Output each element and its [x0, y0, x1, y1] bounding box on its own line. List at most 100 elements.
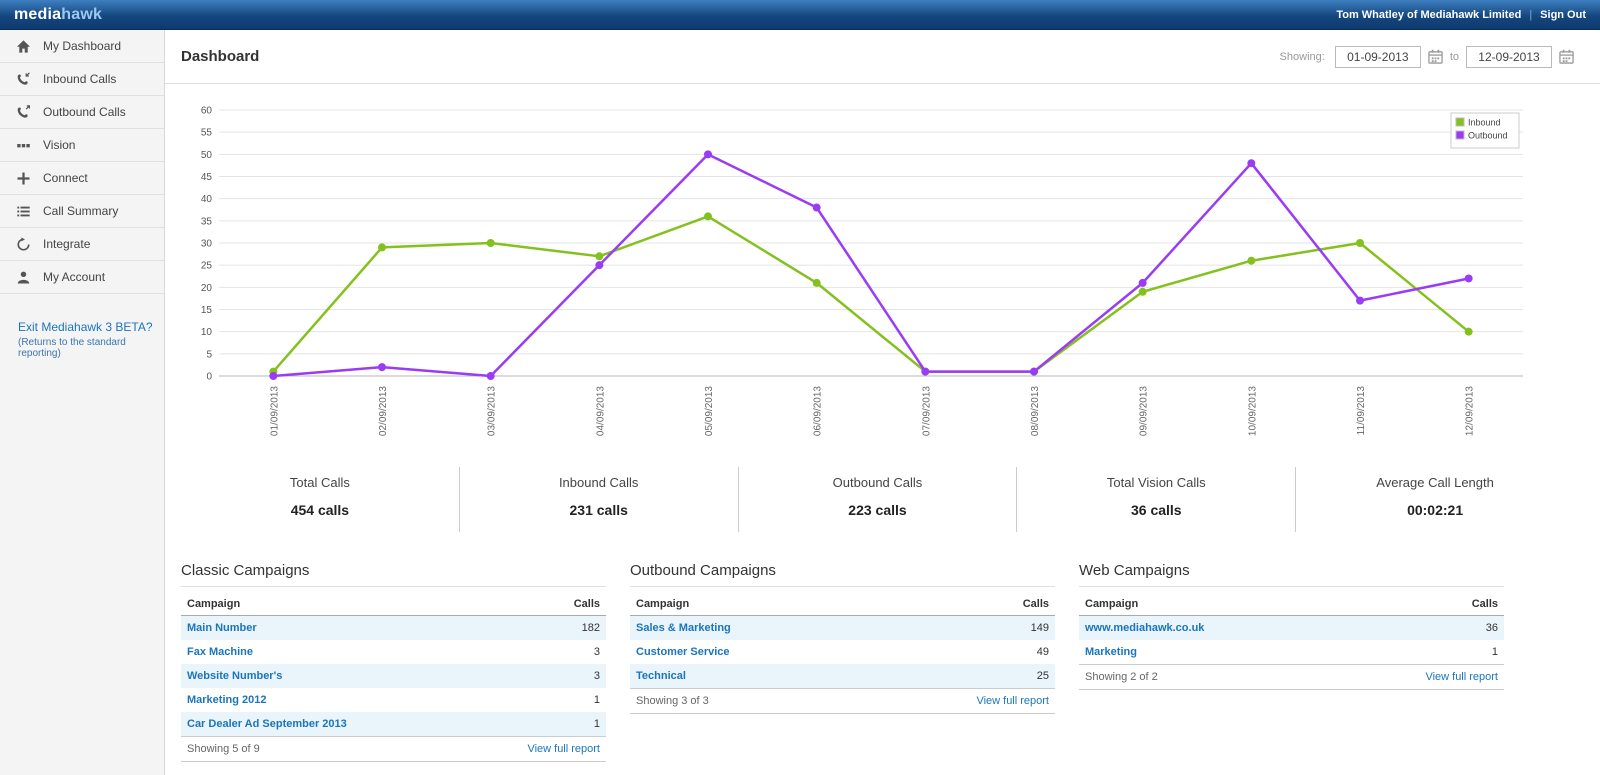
campaign-calls: 49 — [1036, 646, 1049, 658]
svg-text:08/09/2013: 08/09/2013 — [1030, 386, 1041, 436]
stat-cell: Total Vision Calls 36 calls — [1017, 467, 1297, 532]
topbar-separator: | — [1529, 8, 1533, 21]
stat-cell: Outbound Calls 223 calls — [739, 467, 1018, 532]
sidebar-item-refresh[interactable]: Integrate — [0, 228, 164, 261]
sidebar-item-label: Connect — [43, 171, 88, 185]
table-row: Fax Machine 3 — [181, 640, 606, 664]
calendar-icon[interactable] — [1428, 49, 1443, 64]
campaign-link[interactable]: Marketing — [1085, 646, 1137, 658]
page-title: Dashboard — [181, 48, 260, 65]
col-calls: Calls — [1022, 598, 1049, 610]
campaign-link[interactable]: Sales & Marketing — [636, 622, 731, 634]
campaign-calls: 25 — [1036, 670, 1049, 682]
campaign-link[interactable]: Website Number's — [187, 670, 282, 682]
table-row: Website Number's 3 — [181, 664, 606, 688]
sidebar-item-list[interactable]: Call Summary — [0, 195, 164, 228]
sidebar-item-label: My Dashboard — [43, 39, 122, 53]
stat-cell: Total Calls 454 calls — [181, 467, 460, 532]
svg-text:Outbound: Outbound — [1468, 131, 1508, 141]
sidebar-item-phone-outbound[interactable]: Outbound Calls — [0, 96, 164, 129]
svg-text:11/09/2013: 11/09/2013 — [1356, 386, 1367, 436]
exit-beta-block: Exit Mediahawk 3 BETA? (Returns to the s… — [0, 320, 164, 359]
date-to-input[interactable] — [1466, 45, 1552, 68]
svg-text:0: 0 — [206, 372, 212, 383]
table-row: Sales & Marketing 149 — [630, 616, 1055, 640]
svg-text:25: 25 — [201, 261, 213, 272]
campaign-link[interactable]: www.mediahawk.co.uk — [1085, 622, 1204, 634]
campaign-tables: Classic Campaigns Campaign Calls Main Numbe… — [181, 562, 1574, 762]
svg-text:40: 40 — [201, 194, 213, 205]
svg-text:12/09/2013: 12/09/2013 — [1465, 386, 1476, 436]
col-campaign: Campaign — [1085, 598, 1139, 610]
calendar-icon[interactable] — [1559, 49, 1574, 64]
to-label: to — [1449, 50, 1459, 63]
topbar: mediahawk Tom Whatley of Mediahawk Limit… — [0, 0, 1600, 30]
stat-value: 454 calls — [290, 502, 350, 518]
stat-cell: Average Call Length 00:02:21 — [1296, 467, 1574, 532]
table-footer-row: Showing 3 of 3 View full report — [630, 688, 1055, 714]
campaign-link[interactable]: Fax Machine — [187, 646, 253, 658]
stat-value: 00:02:21 — [1407, 502, 1464, 518]
view-full-report-link[interactable]: View full report — [976, 695, 1049, 707]
stat-label: Outbound Calls — [832, 475, 923, 490]
sidebar-item-connect[interactable]: Connect — [0, 162, 164, 195]
mediahawk-logo[interactable]: mediahawk — [14, 6, 102, 24]
phone-inbound-icon — [15, 71, 31, 87]
logo-hawk: hawk — [61, 5, 103, 23]
calls-chart-svg: 0 5 10 15 20 25 30 35 40 45 50 55 60 01/09/2013 02/09/… — [201, 106, 1523, 436]
sidebar-item-person[interactable]: My Account — [0, 261, 164, 294]
refresh-icon — [15, 236, 31, 252]
campaign-table-title: Classic Campaigns — [181, 562, 606, 587]
svg-text:10: 10 — [201, 327, 213, 338]
campaign-link[interactable]: Marketing 2012 — [187, 694, 266, 706]
showing-count: Showing 2 of 2 — [1085, 671, 1158, 683]
sidebar-item-vision[interactable]: Vision — [0, 129, 164, 162]
svg-text:Inbound: Inbound — [1468, 118, 1501, 128]
stat-value: 231 calls — [569, 502, 628, 518]
sign-out-link[interactable]: Sign Out — [1540, 9, 1586, 21]
logo-media: media — [14, 5, 62, 23]
campaign-link[interactable]: Main Number — [187, 622, 257, 634]
view-full-report-link[interactable]: View full report — [1425, 671, 1498, 683]
table-row: Marketing 1 — [1079, 640, 1504, 664]
stat-value: 223 calls — [848, 502, 907, 518]
frame: My Dashboard Inbound Calls Outbound Calls V… — [0, 30, 1600, 775]
campaign-link[interactable]: Technical — [636, 670, 686, 682]
connect-icon — [15, 170, 31, 186]
stat-label: Total Vision Calls — [1106, 475, 1206, 490]
list-icon — [15, 203, 31, 219]
view-full-report-link[interactable]: View full report — [527, 743, 600, 755]
table-row: Car Dealer Ad September 2013 1 — [181, 712, 606, 736]
svg-text:15: 15 — [201, 305, 213, 316]
campaign-table-title: Outbound Campaigns — [630, 562, 1055, 587]
sidebar-item-home[interactable]: My Dashboard — [0, 30, 164, 63]
sidebar-item-label: Inbound Calls — [43, 72, 117, 86]
table-row: Main Number 182 — [181, 616, 606, 640]
showing-count: Showing 3 of 3 — [636, 695, 709, 707]
stat-value: 36 calls — [1130, 502, 1182, 518]
sidebar-item-label: Vision — [43, 138, 76, 152]
campaign-calls: 36 — [1485, 622, 1498, 634]
table-row: Technical 25 — [630, 664, 1055, 688]
svg-text:55: 55 — [201, 128, 213, 139]
campaign-link[interactable]: Car Dealer Ad September 2013 — [187, 718, 347, 730]
topbar-user-area: Tom Whatley of Mediahawk Limited | Sign … — [1336, 9, 1586, 21]
table-footer-row: Showing 5 of 9 View full report — [181, 736, 606, 762]
exit-beta-link[interactable]: Exit Mediahawk 3 BETA? — [18, 320, 164, 334]
svg-text:50: 50 — [201, 150, 213, 161]
col-calls: Calls — [1471, 598, 1498, 610]
campaign-calls: 1 — [593, 694, 600, 706]
stat-label: Average Call Length — [1376, 475, 1494, 490]
showing-count: Showing 5 of 9 — [187, 743, 260, 755]
date-from-input[interactable] — [1334, 45, 1421, 68]
sidebar-item-phone-inbound[interactable]: Inbound Calls — [0, 63, 164, 96]
home-icon — [15, 38, 31, 54]
user-name: Tom Whatley of Mediahawk Limited — [1336, 8, 1522, 21]
table-row: Marketing 2012 1 — [181, 688, 606, 712]
campaign-link[interactable]: Customer Service — [636, 646, 730, 658]
campaign-table: Web Campaigns Campaign Calls www.mediahawk.… — [1079, 562, 1504, 762]
svg-text:05/09/2013: 05/09/2013 — [704, 386, 715, 436]
svg-text:20: 20 — [201, 283, 213, 294]
main-content: Dashboard Showing: to 0 5 10 15 20 25 30 35 40 45… — [165, 30, 1600, 775]
svg-text:04/09/2013: 04/09/2013 — [595, 386, 606, 436]
